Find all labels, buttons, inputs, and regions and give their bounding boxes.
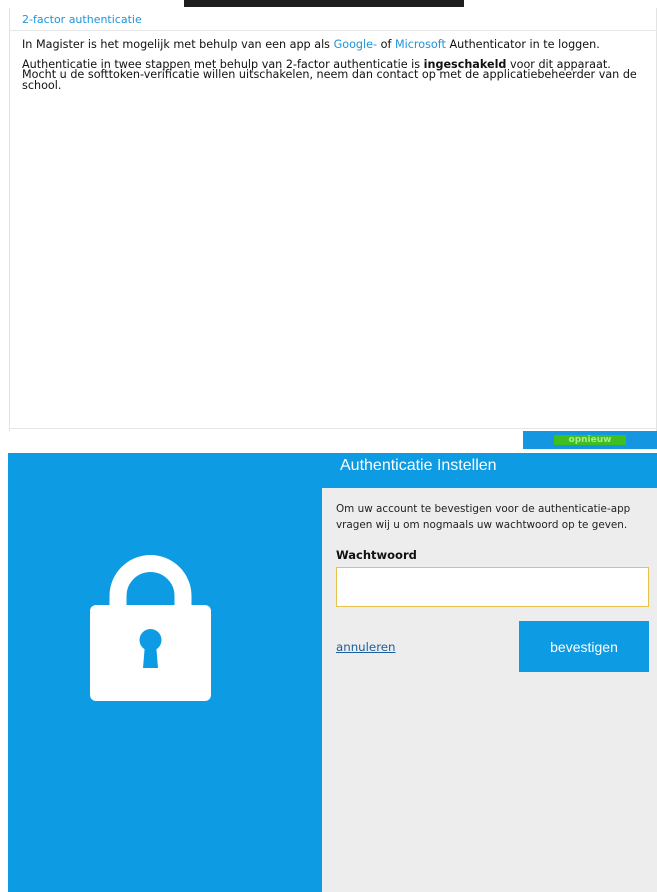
dialog-title: Authenticatie Instellen — [340, 457, 497, 474]
password-input[interactable] — [336, 567, 649, 607]
cancel-link[interactable]: annuleren — [336, 640, 396, 654]
retry-bar: opnieuw — [523, 431, 657, 449]
lock-icon — [90, 555, 211, 701]
panel-header: 2-factor authenticatie — [10, 9, 657, 31]
lock-pane — [8, 453, 322, 892]
auth-setup-dialog: Authenticatie Instellen Om uw account te… — [8, 453, 657, 892]
dialog-header: Authenticatie Instellen — [322, 453, 657, 488]
google-link[interactable]: Google- — [334, 38, 378, 51]
retry-button[interactable]: opnieuw — [554, 435, 626, 445]
panel-title: 2-factor authenticatie — [22, 13, 142, 26]
form-pane: Authenticatie Instellen Om uw account te… — [322, 453, 657, 892]
panel-footer-divider — [10, 428, 657, 429]
microsoft-link[interactable]: Microsoft — [395, 38, 446, 51]
intro-paragraph-2: Authenticatie in twee stappen met behulp… — [22, 57, 637, 92]
intro-paragraph-1: In Magister is het mogelijk met behulp v… — [22, 38, 600, 51]
intro-text: In Magister is het mogelijk met behulp v… — [22, 38, 647, 100]
password-label: Wachtwoord — [336, 548, 417, 562]
top-window-bar — [184, 0, 464, 7]
dialog-description: Om uw account te bevestigen voor de auth… — [336, 503, 631, 531]
confirm-button[interactable]: bevestigen — [519, 621, 649, 672]
